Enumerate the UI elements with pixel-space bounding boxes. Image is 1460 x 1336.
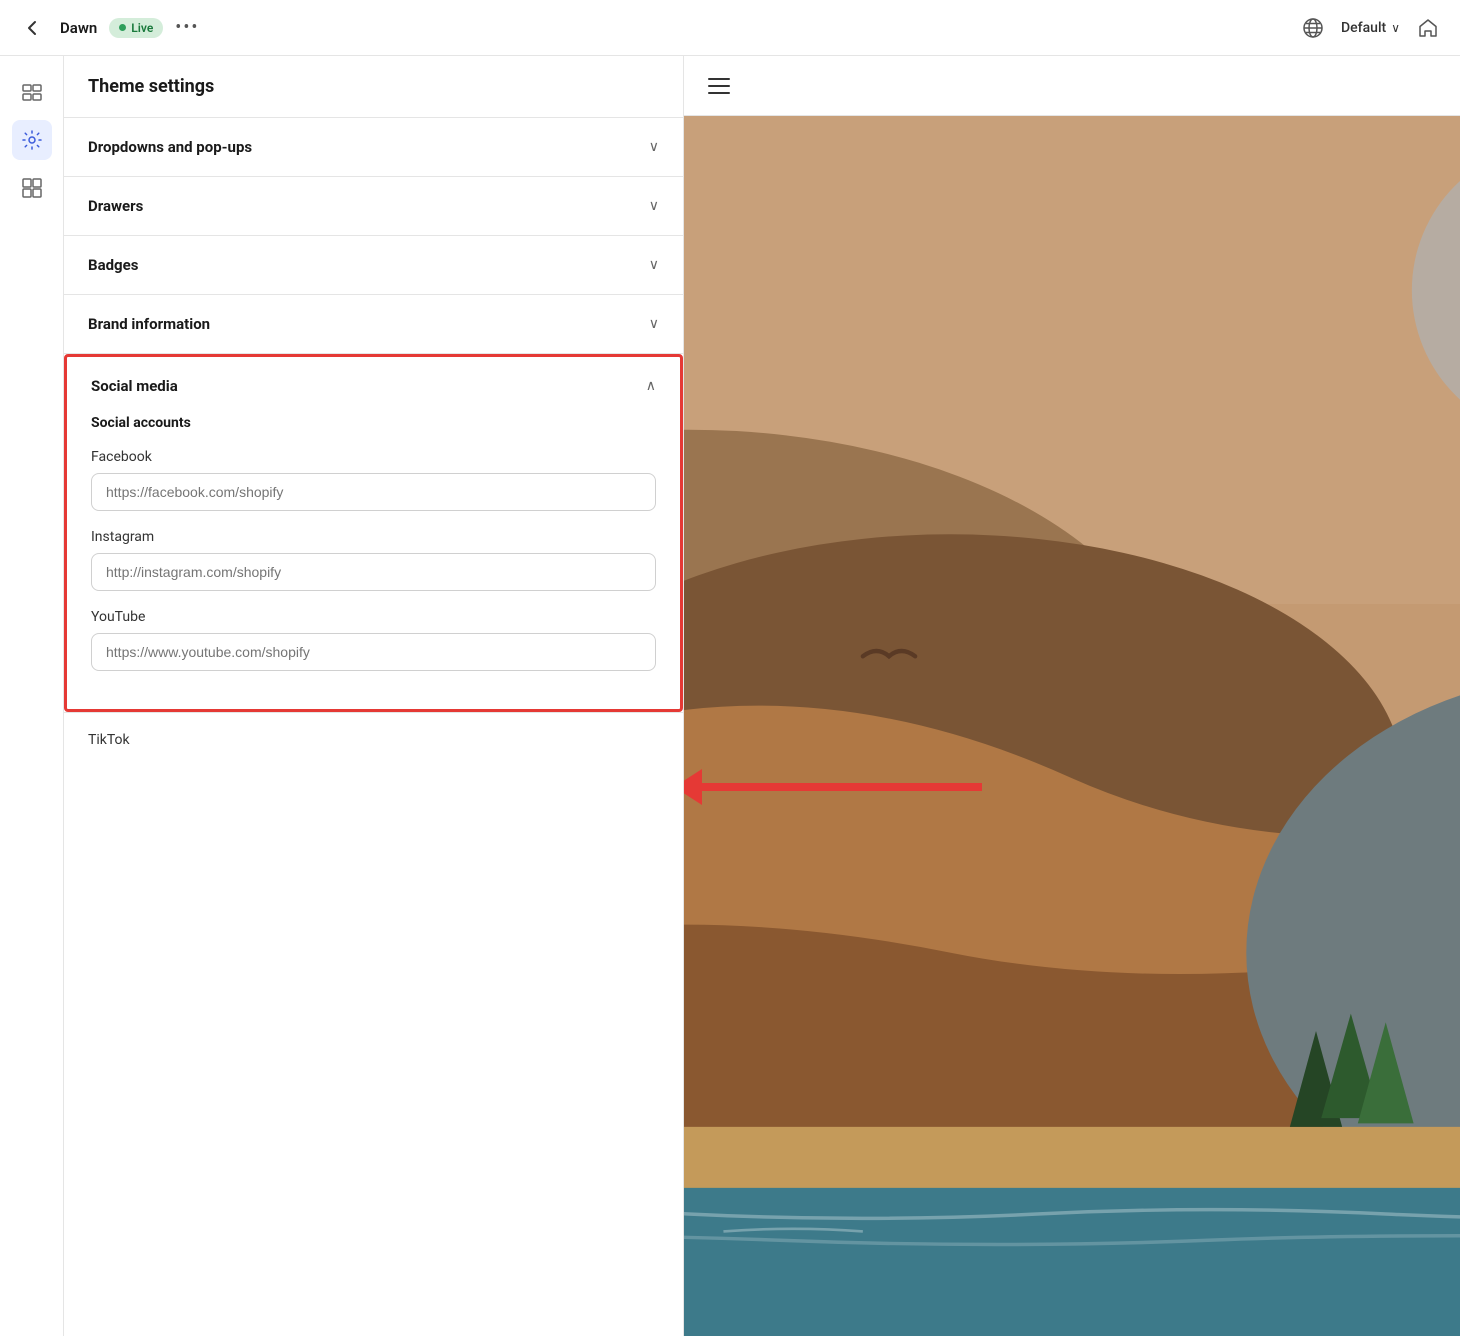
accordion-brand-label: Brand information [88,315,210,333]
tiktok-label: TikTok [88,732,130,748]
social-media-label: Social media [91,377,178,395]
accordion-brand: Brand information ∨ [64,295,683,354]
icon-sidebar [0,56,64,1336]
hamburger-line-1 [708,78,730,80]
youtube-field: YouTube [91,609,656,671]
topbar: Dawn Live ••• Default ∨ [0,0,1460,56]
topbar-right: Default ∨ [1297,12,1444,44]
sidebar-item-swap[interactable] [12,72,52,112]
social-media-content: Social accounts Facebook Instagram YouTu… [67,415,680,709]
live-badge: Live [109,18,163,38]
accordion-dropdowns: Dropdowns and pop-ups ∨ [64,118,683,177]
arrow-line [702,783,982,791]
live-dot [119,24,126,31]
instagram-label: Instagram [91,529,656,545]
app-name: Dawn [60,19,97,37]
main-layout: Theme settings Dropdowns and pop-ups ∨ D… [0,56,1460,1336]
sidebar-item-settings[interactable] [12,120,52,160]
facebook-input[interactable] [91,473,656,511]
social-accounts-title: Social accounts [91,415,656,431]
preview-topbar [684,56,1460,116]
arrow-head [684,769,702,805]
chevron-down-icon: ∨ [649,257,659,273]
chevron-down-icon: ∨ [649,316,659,332]
back-button[interactable] [16,12,48,44]
accordion-dropdowns-label: Dropdowns and pop-ups [88,138,252,156]
accordion-badges-label: Badges [88,256,138,274]
accordion-badges: Badges ∨ [64,236,683,295]
chevron-down-icon: ∨ [1391,21,1400,35]
accordion-social-media: Social media ∧ Social accounts Facebook … [64,354,683,712]
default-dropdown[interactable]: Default ∨ [1341,20,1400,36]
chevron-up-icon: ∧ [646,378,656,394]
instagram-field: Instagram [91,529,656,591]
accordion-brand-header[interactable]: Brand information ∨ [64,295,683,353]
accordion-drawers-label: Drawers [88,197,143,215]
hamburger-line-3 [708,92,730,94]
facebook-label: Facebook [91,449,656,465]
more-button[interactable]: ••• [175,17,199,38]
tiktok-section: TikTok [64,712,683,764]
preview-image [684,116,1460,1336]
facebook-field: Facebook [91,449,656,511]
globe-icon[interactable] [1297,12,1329,44]
right-panel [684,56,1460,1336]
preview-container [684,56,1460,1336]
hamburger-line-2 [708,85,730,87]
home-icon[interactable] [1412,12,1444,44]
hamburger-menu-icon[interactable] [708,78,730,94]
panel-header: Theme settings [64,56,683,118]
red-arrow [684,769,982,805]
left-panel: Theme settings Dropdowns and pop-ups ∨ D… [64,56,684,1336]
chevron-down-icon: ∨ [649,198,659,214]
accordion-drawers: Drawers ∨ [64,177,683,236]
social-media-header[interactable]: Social media ∧ [67,357,680,415]
panel-title: Theme settings [88,76,214,97]
accordion-badges-header[interactable]: Badges ∨ [64,236,683,294]
youtube-label: YouTube [91,609,656,625]
accordion-dropdowns-header[interactable]: Dropdowns and pop-ups ∨ [64,118,683,176]
youtube-input[interactable] [91,633,656,671]
sidebar-item-sections[interactable] [12,168,52,208]
topbar-left: Dawn Live ••• [16,12,200,44]
instagram-input[interactable] [91,553,656,591]
chevron-down-icon: ∨ [649,139,659,155]
accordion-drawers-header[interactable]: Drawers ∨ [64,177,683,235]
live-label: Live [131,21,153,35]
default-label: Default [1341,20,1386,36]
